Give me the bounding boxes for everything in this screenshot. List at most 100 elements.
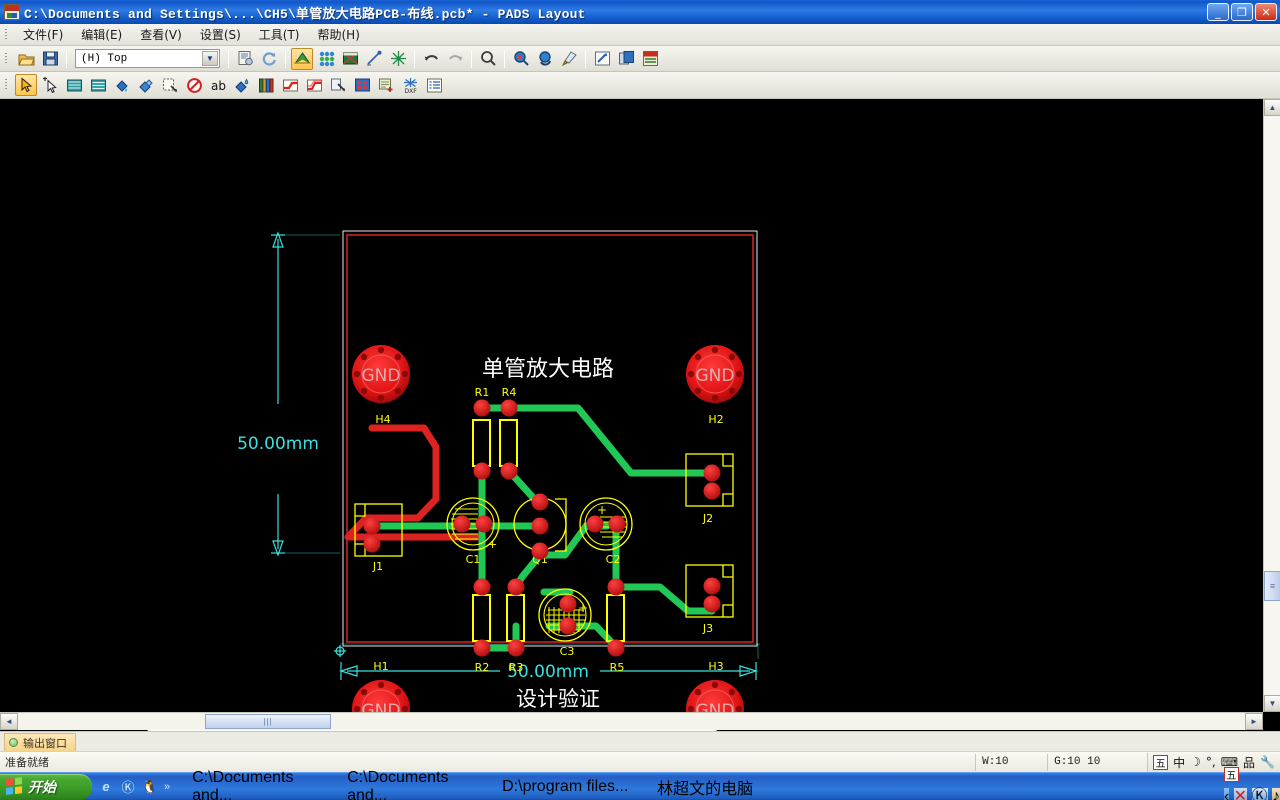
layer-select[interactable]: (H) Top ▼: [75, 49, 220, 68]
internet-explorer-icon[interactable]: e: [98, 779, 114, 795]
taskbar-explorer[interactable]: D:\program files...: [492, 776, 644, 798]
show-desktop-icon[interactable]: ‹: [1223, 788, 1230, 800]
menu-help[interactable]: 帮助(H): [309, 24, 369, 45]
text-button[interactable]: ab: [207, 74, 229, 96]
taskbar: 开始 e Ⓚ 🐧 » C:\Documents and... C:\Docume…: [0, 767, 1280, 800]
list-button[interactable]: [423, 74, 445, 96]
ime-shape-icon[interactable]: ☽: [1190, 755, 1201, 769]
scroll-up-button[interactable]: ▲: [1264, 99, 1280, 116]
pad-j2-1: [703, 464, 721, 482]
ref-r3: R3: [509, 661, 524, 674]
ime-language-icon[interactable]: 中: [1173, 754, 1185, 771]
move-button[interactable]: [327, 74, 349, 96]
tray-ime-icon[interactable]: 五: [1223, 767, 1239, 782]
pour-manager-button[interactable]: [231, 74, 253, 96]
taskbar-pads-2[interactable]: C:\Documents and...: [337, 769, 489, 800]
kingsoft-icon[interactable]: Ⓚ: [1251, 788, 1268, 800]
pad-r3-1: [507, 578, 525, 596]
close-button[interactable]: ✕: [1255, 3, 1277, 21]
zoom-in-button[interactable]: [510, 48, 532, 70]
select-anything-button[interactable]: [39, 74, 61, 96]
vertical-scroll-thumb[interactable]: [1264, 571, 1280, 601]
system-tray: 五 ‹ ✕ Ⓚ ♪: [1223, 767, 1280, 800]
copper-button[interactable]: [135, 74, 157, 96]
volume-muted-icon[interactable]: ✕: [1233, 788, 1248, 800]
route-button[interactable]: [279, 74, 301, 96]
zoom-previous-button[interactable]: [534, 48, 556, 70]
scroll-right-button[interactable]: ►: [1245, 713, 1263, 730]
add-component-button[interactable]: [375, 74, 397, 96]
chevron-down-icon[interactable]: ▼: [202, 51, 218, 66]
pcb-drawing[interactable]: 50.00mm 50.00mm GND H4 GND H2 GND H1 GND…: [0, 99, 1258, 712]
open-file-button[interactable]: [15, 48, 37, 70]
svg-text:ab: ab: [211, 79, 226, 93]
output-window-tab[interactable]: 输出窗口: [4, 733, 76, 751]
menu-tools[interactable]: 工具(T): [250, 24, 309, 45]
menu-grip-handle[interactable]: [2, 27, 11, 43]
ime-punctuation-icon[interactable]: °,: [1206, 755, 1216, 769]
taskbar-mypc[interactable]: 林超文的电脑: [647, 776, 799, 798]
refresh-screen-button[interactable]: [558, 48, 580, 70]
report-button[interactable]: [234, 48, 256, 70]
mounting-hole-h4: GND H4: [352, 345, 410, 426]
menu-file[interactable]: 文件(F): [14, 24, 72, 45]
vertical-scroll-track[interactable]: [1264, 116, 1280, 695]
select-tool-button[interactable]: [15, 74, 37, 96]
save-file-button[interactable]: [39, 48, 61, 70]
ime-mode-icon[interactable]: 五: [1153, 754, 1169, 770]
dynamic-route-button[interactable]: [303, 74, 325, 96]
menu-setup[interactable]: 设置(S): [191, 24, 250, 45]
kingsoft-icon[interactable]: Ⓚ: [120, 779, 136, 795]
start-button[interactable]: 开始: [0, 773, 92, 800]
scroll-down-button[interactable]: ▼: [1264, 695, 1280, 712]
svg-text:GND: GND: [696, 701, 735, 712]
pad-j1-2: [363, 535, 381, 553]
horizontal-scroll-thumb[interactable]: [205, 714, 331, 729]
pad-r4-2: [500, 462, 518, 480]
pads-router-button[interactable]: [639, 48, 661, 70]
output-window-tabstrip: 输出窗口: [0, 731, 1280, 751]
qq-icon[interactable]: 🐧: [142, 779, 158, 795]
status-message: 准备就绪: [5, 756, 49, 769]
flip-button[interactable]: [387, 48, 409, 70]
toolbar-separator: [414, 49, 415, 68]
output-window-tab-label: 输出窗口: [23, 736, 67, 750]
design-canvas-area[interactable]: 50.00mm 50.00mm GND H4 GND H2 GND H1 GND…: [0, 99, 1280, 712]
dxf-button[interactable]: DXF: [399, 74, 421, 96]
undo-button[interactable]: [420, 48, 442, 70]
design-toolbar-grip-handle[interactable]: [2, 77, 11, 93]
refresh-button[interactable]: [258, 48, 280, 70]
sound-icon[interactable]: ♪: [1272, 788, 1280, 800]
status-width: W:10: [975, 753, 1047, 771]
quick-launch-overflow-icon[interactable]: »: [164, 781, 170, 793]
copper-pour-button[interactable]: [111, 74, 133, 96]
menu-edit[interactable]: 编辑(E): [72, 24, 131, 45]
menu-view[interactable]: 查看(V): [131, 24, 191, 45]
dimensioning-button[interactable]: [363, 48, 385, 70]
redo-button[interactable]: [444, 48, 466, 70]
library-button[interactable]: [255, 74, 277, 96]
design-toolbar-button[interactable]: [291, 47, 313, 70]
board-outline-button[interactable]: [63, 74, 85, 96]
drafting-toolbar-button[interactable]: [339, 48, 361, 70]
drc-button[interactable]: [351, 74, 373, 96]
ref-c2: C2: [606, 553, 621, 566]
plane-outline-button[interactable]: [87, 74, 109, 96]
horizontal-scrollbar[interactable]: ◄ ►: [0, 712, 1263, 730]
scroll-left-button[interactable]: ◄: [0, 713, 18, 730]
output-status-icon: [9, 738, 18, 747]
toolbar-grip-handle[interactable]: [2, 51, 11, 67]
query-button[interactable]: [591, 48, 613, 70]
no-route-button[interactable]: [183, 74, 205, 96]
zoom-button[interactable]: [477, 48, 499, 70]
toolbar-separator: [285, 49, 286, 68]
ecad-toolbar-button[interactable]: [315, 48, 337, 70]
vertical-scrollbar[interactable]: ▲ ▼: [1263, 99, 1280, 712]
minimize-button[interactable]: _: [1207, 3, 1229, 21]
pad-j3-1: [703, 577, 721, 595]
window-button[interactable]: [615, 48, 637, 70]
keepout-button[interactable]: [159, 74, 181, 96]
maximize-button[interactable]: ❐: [1231, 3, 1253, 21]
taskbar-pads-1[interactable]: C:\Documents and...: [182, 769, 334, 800]
pcb-canvas[interactable]: 50.00mm 50.00mm GND H4 GND H2 GND H1 GND…: [0, 99, 1258, 712]
